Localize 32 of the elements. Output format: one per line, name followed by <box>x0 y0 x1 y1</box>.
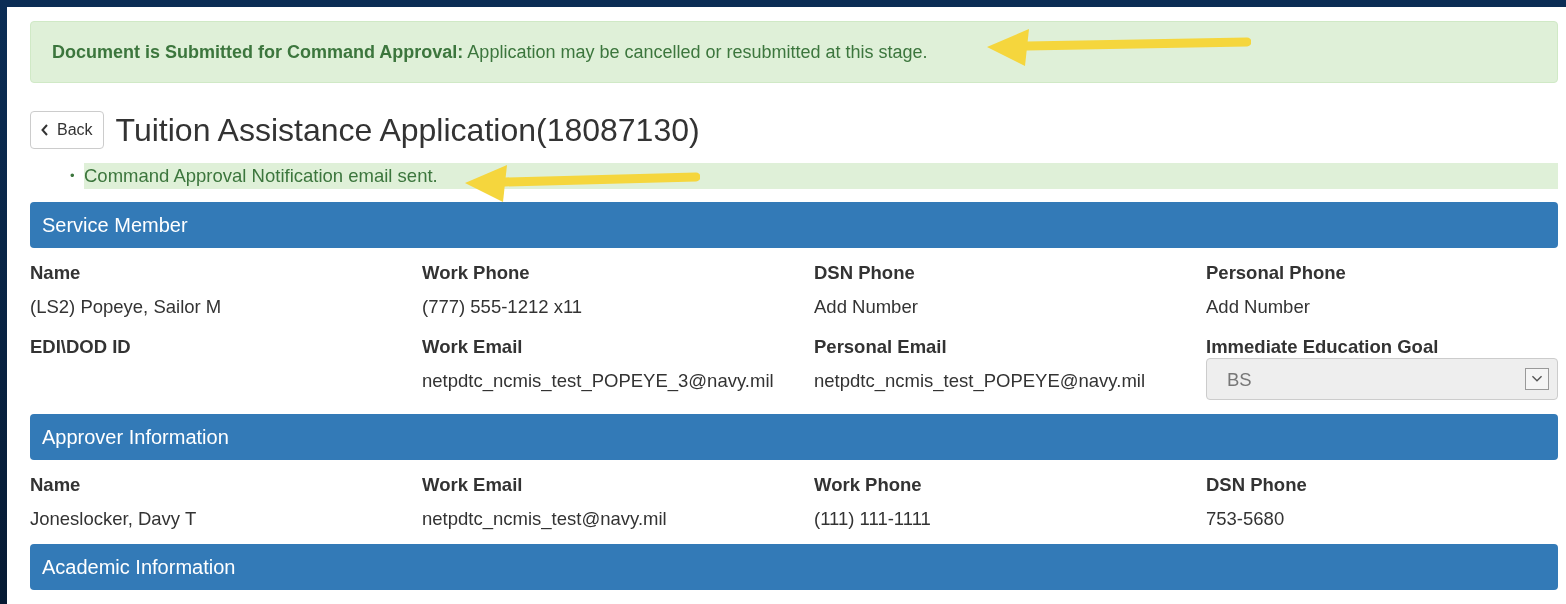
field-label: Work Phone <box>814 474 923 497</box>
field-value: Add Number <box>814 296 919 319</box>
field-label: Personal Email <box>814 336 948 359</box>
field-value: 753-5680 <box>1206 508 1286 531</box>
back-button[interactable]: Back <box>30 111 104 150</box>
field-value: (111) 111-1111 <box>814 508 932 531</box>
chevron-left-icon <box>41 124 49 137</box>
field-label: EDI\DOD ID <box>30 336 132 359</box>
field-label: DSN Phone <box>1206 474 1308 497</box>
field-value: netpdtc_ncmis_test@navy.mil <box>422 508 668 531</box>
field-value: netpdtc_ncmis_test_POPEYE_3@navy.mil <box>422 370 775 393</box>
field-value: Add Number <box>1206 296 1311 319</box>
field-value: Joneslocker, Davy T <box>30 508 198 531</box>
alert-message: Document is Submitted for Command Approval: Application may be cancelled or resubmitted at this stage. <box>30 21 1558 83</box>
field-value: netpdtc_ncmis_test_POPEYE@navy.mil <box>814 370 1147 393</box>
field-value: (LS2) Popeye, Sailor M <box>30 296 223 319</box>
chevron-down-icon <box>1525 368 1549 391</box>
field-label: Immediate Education Goal <box>1206 336 1440 359</box>
field-label: DSN Phone <box>814 262 916 285</box>
section-header: Approver Information <box>30 414 1558 461</box>
field-label: Work Email <box>422 474 524 497</box>
section-header: Academic Information <box>30 544 1558 591</box>
field-label: Work Email <box>422 336 524 359</box>
field-label: Name <box>30 262 82 285</box>
field-value: (777) 555-1212 x11 <box>422 296 584 319</box>
section-header: Service Member <box>30 202 1558 249</box>
notification-message: Command Approval Notification email sent. <box>84 163 1558 190</box>
page-title: Tuition Assistance Application(18087130) <box>115 111 700 150</box>
bullet: • <box>70 167 76 186</box>
field-label: Personal Phone <box>1206 262 1347 285</box>
field-label: Name <box>30 474 82 497</box>
field-label: Work Phone <box>422 262 531 285</box>
